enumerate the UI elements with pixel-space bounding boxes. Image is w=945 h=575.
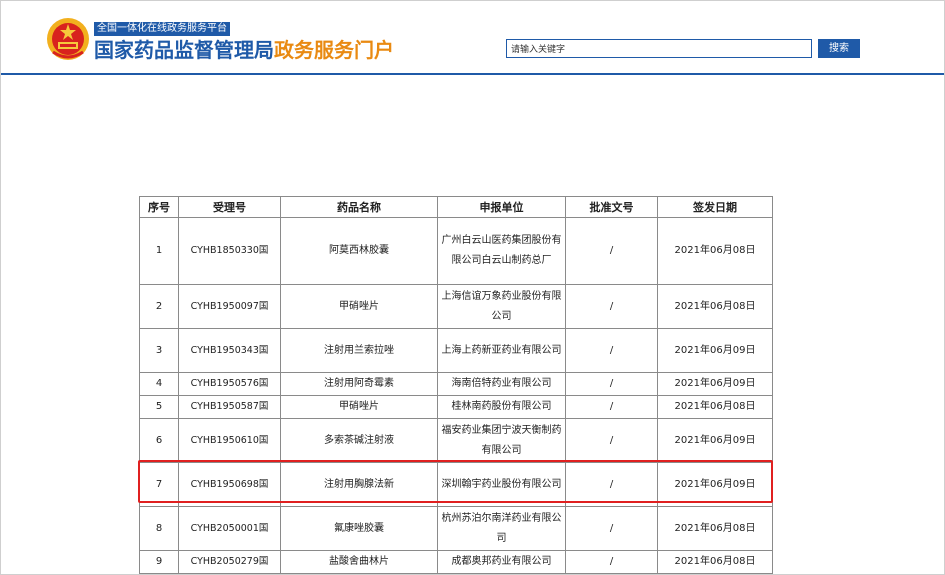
cell-approval-no: / (565, 328, 658, 373)
cell-accept-no: CYHB1950587国 (178, 395, 281, 419)
cell-no: 9 (139, 550, 179, 574)
cell-applicant: 福安药业集团宁波天衡制药有限公司 (437, 418, 566, 463)
cell-accept-no: CYHB2050001国 (178, 506, 281, 551)
table-row: 8 CYHB2050001国 氟康唑胶囊 杭州苏泊尔南洋药业有限公司 / 202… (139, 506, 773, 551)
cell-no: 6 (139, 418, 179, 463)
cell-drug-name: 注射用胸腺法新 (280, 462, 438, 507)
cell-drug-name: 甲硝唑片 (280, 284, 438, 329)
cell-applicant: 深圳翰宇药业股份有限公司 (437, 462, 566, 507)
cell-issue-date: 2021年06月09日 (657, 328, 773, 373)
cell-applicant: 成都奥邦药业有限公司 (437, 550, 566, 574)
cell-drug-name: 阿莫西林胶囊 (280, 217, 438, 285)
search-button[interactable]: 搜索 (818, 39, 860, 58)
table-row: 6 CYHB1950610国 多索茶碱注射液 福安药业集团宁波天衡制药有限公司 … (139, 418, 773, 463)
cell-accept-no: CYHB1950343国 (178, 328, 281, 373)
column-header-applicant: 申报单位 (437, 196, 566, 218)
cell-issue-date: 2021年06月08日 (657, 284, 773, 329)
cell-issue-date: 2021年06月09日 (657, 462, 773, 507)
table-row: 9 CYHB2050279国 盐酸舍曲林片 成都奥邦药业有限公司 / 2021年… (139, 550, 773, 574)
cell-no: 7 (139, 462, 179, 507)
cell-no: 5 (139, 395, 179, 419)
cell-approval-no: / (565, 506, 658, 551)
cell-issue-date: 2021年06月08日 (657, 550, 773, 574)
cell-issue-date: 2021年06月09日 (657, 418, 773, 463)
table-header-row: 序号 受理号 药品名称 申报单位 批准文号 签发日期 (139, 196, 773, 218)
column-header-accept-no: 受理号 (178, 196, 281, 218)
cell-no: 2 (139, 284, 179, 329)
cell-drug-name: 注射用阿奇霉素 (280, 372, 438, 396)
cell-drug-name: 氟康唑胶囊 (280, 506, 438, 551)
cell-no: 1 (139, 217, 179, 285)
cell-accept-no: CYHB1950610国 (178, 418, 281, 463)
column-header-no: 序号 (139, 196, 179, 218)
table-row: 2 CYHB1950097国 甲硝唑片 上海信谊万象药业股份有限公司 / 202… (139, 284, 773, 329)
cell-accept-no: CYHB1950097国 (178, 284, 281, 329)
cell-applicant: 海南倍特药业有限公司 (437, 372, 566, 396)
column-header-drug-name: 药品名称 (280, 196, 438, 218)
cell-applicant: 桂林南药股份有限公司 (437, 395, 566, 419)
table-row-highlighted: 7 CYHB1950698国 注射用胸腺法新 深圳翰宇药业股份有限公司 / 20… (139, 462, 773, 507)
table-row: 3 CYHB1950343国 注射用兰索拉唑 上海上药新亚药业有限公司 / 20… (139, 328, 773, 373)
cell-drug-name: 注射用兰索拉唑 (280, 328, 438, 373)
site-title[interactable]: 国家药品监督管理局政务服务门户 (94, 37, 394, 63)
cell-issue-date: 2021年06月08日 (657, 395, 773, 419)
site-title-main: 国家药品监督管理局 (94, 38, 274, 62)
drug-approval-table: 序号 受理号 药品名称 申报单位 批准文号 签发日期 1 CYHB1850330… (139, 196, 773, 574)
cell-drug-name: 甲硝唑片 (280, 395, 438, 419)
cell-approval-no: / (565, 217, 658, 285)
table-row: 4 CYHB1950576国 注射用阿奇霉素 海南倍特药业有限公司 / 2021… (139, 372, 773, 396)
cell-accept-no: CYHB2050279国 (178, 550, 281, 574)
cell-approval-no: / (565, 418, 658, 463)
cell-accept-no: CYHB1950698国 (178, 462, 281, 507)
cell-no: 4 (139, 372, 179, 396)
cell-approval-no: / (565, 395, 658, 419)
platform-subtitle-badge: 全国一体化在线政务服务平台 (94, 22, 230, 36)
cell-no: 8 (139, 506, 179, 551)
cell-approval-no: / (565, 550, 658, 574)
cell-accept-no: CYHB1950576国 (178, 372, 281, 396)
national-emblem-icon (47, 18, 89, 60)
cell-issue-date: 2021年06月08日 (657, 506, 773, 551)
site-title-accent: 政务服务门户 (274, 38, 394, 62)
cell-approval-no: / (565, 372, 658, 396)
cell-applicant: 上海上药新亚药业有限公司 (437, 328, 566, 373)
table-row: 5 CYHB1950587国 甲硝唑片 桂林南药股份有限公司 / 2021年06… (139, 395, 773, 419)
site-header: 全国一体化在线政务服务平台 国家药品监督管理局政务服务门户 搜索 (1, 1, 944, 75)
column-header-approval-no: 批准文号 (565, 196, 658, 218)
column-header-issue-date: 签发日期 (657, 196, 773, 218)
cell-applicant: 杭州苏泊尔南洋药业有限公司 (437, 506, 566, 551)
cell-issue-date: 2021年06月08日 (657, 217, 773, 285)
cell-no: 3 (139, 328, 179, 373)
cell-applicant: 上海信谊万象药业股份有限公司 (437, 284, 566, 329)
cell-issue-date: 2021年06月09日 (657, 372, 773, 396)
search-input[interactable] (506, 39, 812, 58)
table-row: 1 CYHB1850330国 阿莫西林胶囊 广州白云山医药集团股份有限公司白云山… (139, 217, 773, 285)
cell-approval-no: / (565, 462, 658, 507)
cell-applicant: 广州白云山医药集团股份有限公司白云山制药总厂 (437, 217, 566, 285)
cell-accept-no: CYHB1850330国 (178, 217, 281, 285)
cell-drug-name: 多索茶碱注射液 (280, 418, 438, 463)
cell-drug-name: 盐酸舍曲林片 (280, 550, 438, 574)
cell-approval-no: / (565, 284, 658, 329)
